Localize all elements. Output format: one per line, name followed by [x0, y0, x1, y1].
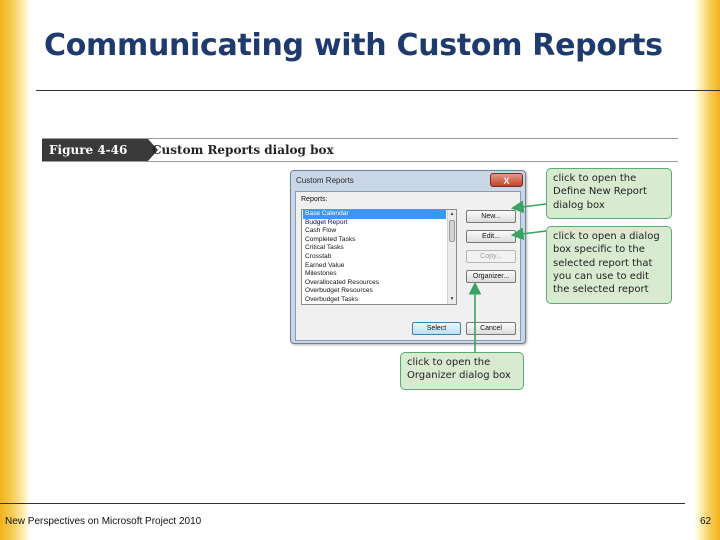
- footer-divider: [0, 503, 685, 504]
- edit-report-callout: click to open a dialog box specific to t…: [546, 226, 672, 304]
- new-report-callout: click to open the Define New Report dial…: [546, 168, 672, 219]
- callout-line: Define New Report: [553, 186, 647, 198]
- callout-line: selected report that: [553, 257, 653, 269]
- callout-line: click to open a dialog: [553, 231, 660, 242]
- callout-line: box specific to the: [553, 244, 645, 256]
- footer-text: New Perspectives on Microsoft Project 20…: [5, 516, 202, 527]
- callout-line: click to open the: [407, 357, 491, 368]
- callout-line: dialog box: [553, 199, 605, 211]
- page-number: 62: [700, 516, 712, 527]
- callout-line: the selected report: [553, 284, 649, 296]
- organizer-callout: click to open the Organizer dialog box: [400, 352, 524, 390]
- callout-line: click to open the: [553, 173, 637, 184]
- new-callout-arrow: [510, 200, 547, 214]
- callout-line: Organizer dialog box: [407, 370, 511, 382]
- edit-callout-arrow: [510, 227, 547, 241]
- callout-line: you can use to edit: [553, 270, 649, 282]
